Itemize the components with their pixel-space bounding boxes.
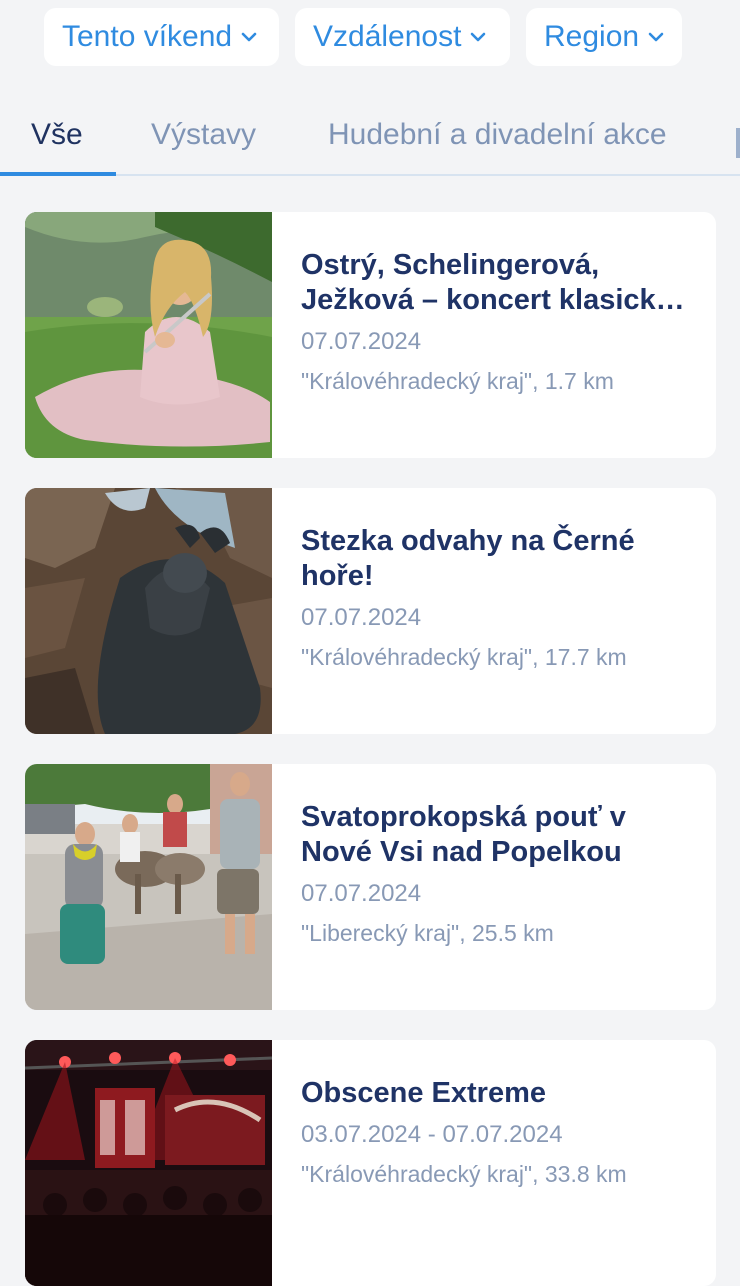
event-image — [25, 764, 272, 1010]
event-image — [25, 488, 272, 734]
chevron-down-icon — [240, 31, 258, 43]
event-date: 03.07.2024 - 07.07.2024 — [301, 1121, 563, 1148]
event-card[interactable]: Svatoprokopská pouť v Nové Vsi nad Popel… — [25, 764, 716, 1010]
filter-bar: Tento víkend Vzdálenost Region — [44, 8, 682, 66]
event-date: 07.07.2024 — [301, 880, 422, 907]
event-location: "Královéhradecký kraj", 33.8 km — [301, 1161, 627, 1187]
event-card[interactable]: Stezka odvahy na Černé hoře! 07.07.2024 … — [25, 488, 716, 734]
event-location: "Liberecký kraj", 25.5 km — [301, 920, 554, 946]
event-card[interactable]: Obscene Extreme 03.07.2024 - 07.07.2024 … — [25, 1040, 716, 1286]
chevron-down-icon — [647, 31, 665, 43]
tab-music-theatre[interactable]: Hudební a divadelní akce — [328, 118, 667, 152]
event-title: Svatoprokopská pouť v Nové Vsi nad Popel… — [301, 801, 626, 868]
concert-stage-photo-icon — [25, 1040, 272, 1286]
donkey-procession-photo-icon — [25, 764, 272, 1010]
event-title: Stezka odvahy na Černé hoře! — [301, 525, 635, 592]
tab-overflow-indicator — [736, 128, 740, 158]
tab-exhibitions[interactable]: Výstavy — [151, 118, 256, 152]
event-image — [25, 212, 272, 458]
event-card[interactable]: Ostrý, Schelingerová, Ježková – koncert … — [25, 212, 716, 458]
filter-region-dropdown[interactable]: Region — [526, 8, 682, 66]
event-title: Obscene Extreme — [301, 1077, 547, 1109]
tab-all[interactable]: Vše — [31, 118, 83, 152]
event-date: 07.07.2024 — [301, 604, 422, 631]
event-image — [25, 1040, 272, 1286]
filter-weekend-dropdown[interactable]: Tento víkend — [44, 8, 279, 66]
active-tab-indicator — [0, 172, 116, 176]
event-date: 07.07.2024 — [301, 328, 422, 355]
category-tabs: Vše Výstavy Hudební a divadelní akce — [0, 110, 740, 176]
event-location: "Královéhradecký kraj", 17.7 km — [301, 644, 627, 670]
filter-region-label: Region — [544, 20, 640, 53]
chevron-down-icon — [469, 31, 487, 43]
event-location: "Královéhradecký kraj", 1.7 km — [301, 368, 614, 394]
event-title: Ostrý, Schelingerová, Ježková – koncert … — [301, 249, 672, 316]
filter-distance-label: Vzdálenost — [313, 20, 462, 53]
filter-weekend-label: Tento víkend — [62, 20, 233, 53]
costumed-figure-photo-icon — [25, 488, 272, 734]
filter-distance-dropdown[interactable]: Vzdálenost — [295, 8, 510, 66]
flutist-photo-icon — [25, 212, 272, 458]
